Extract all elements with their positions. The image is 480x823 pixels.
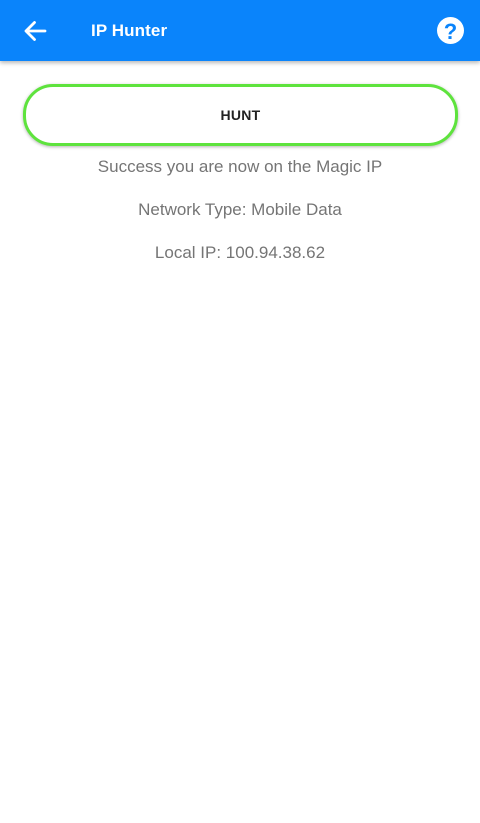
local-ip-text: Local IP: 100.94.38.62 — [154, 243, 326, 262]
help-button[interactable]: ? — [437, 17, 464, 44]
status-message: Success you are now on the Magic IP — [97, 157, 383, 176]
network-type-text: Network Type: Mobile Data — [138, 200, 342, 219]
question-circle-icon: ? — [443, 18, 458, 44]
hunt-button[interactable]: HUNT — [23, 84, 458, 146]
hunt-button-label: HUNT — [220, 107, 261, 123]
app-bar: IP Hunter ? — [0, 0, 480, 61]
arrow-left-icon — [24, 21, 47, 41]
page-title: IP Hunter — [91, 21, 168, 40]
back-button[interactable] — [14, 12, 56, 50]
